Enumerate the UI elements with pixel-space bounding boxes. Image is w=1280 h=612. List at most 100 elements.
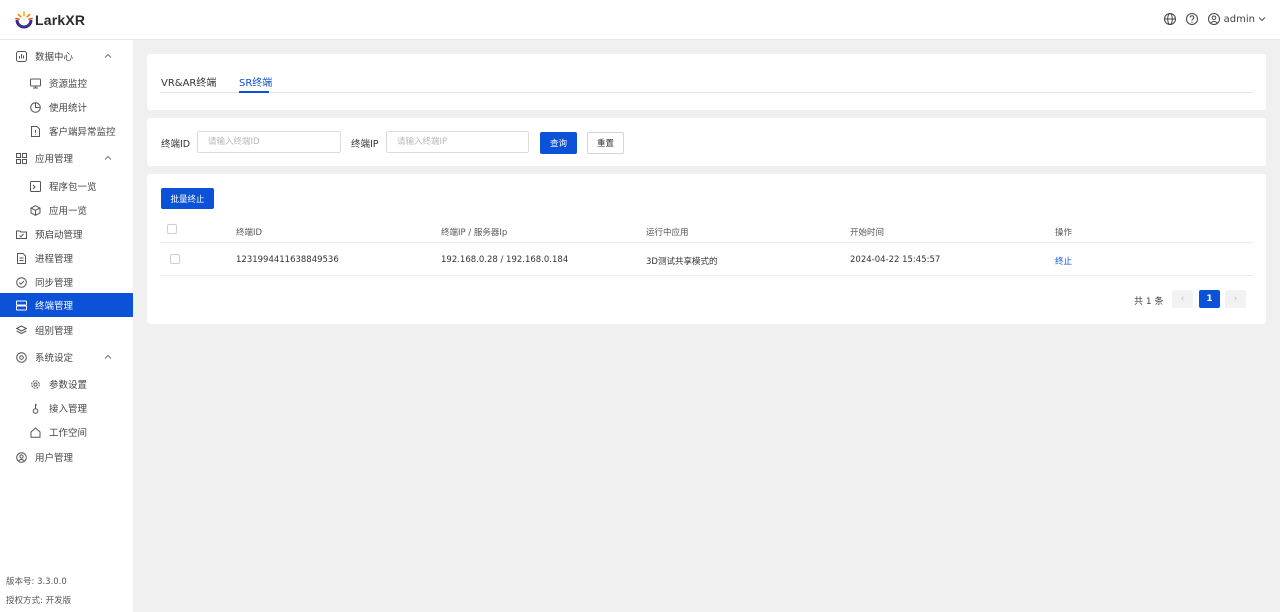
select-all-checkbox[interactable] bbox=[167, 224, 177, 234]
sidebar-item-label: 应用一览 bbox=[49, 206, 88, 217]
grid-icon bbox=[16, 152, 27, 164]
check-circle-icon bbox=[16, 276, 27, 288]
tab-sr-terminal[interactable]: SR终端 bbox=[239, 74, 272, 89]
sidebar-item-user-management[interactable]: 用户管理 bbox=[0, 445, 133, 469]
sidebar-item-label: 组别管理 bbox=[35, 326, 74, 337]
sidebar-item-access-management[interactable]: 接入管理 bbox=[0, 396, 133, 420]
sidebar-item-label: 同步管理 bbox=[35, 278, 74, 289]
next-page-button[interactable]: › bbox=[1225, 290, 1246, 308]
version-text: 版本号: 3.3.0.0 bbox=[6, 577, 67, 587]
sidebar-item-label: 应用管理 bbox=[35, 154, 74, 165]
chevron-up-icon bbox=[104, 155, 112, 160]
sidebar-item-data-center[interactable]: 数据中心 bbox=[0, 44, 133, 68]
tab-vr-ar-terminal[interactable]: VR&AR终端 bbox=[161, 74, 216, 89]
user-avatar-icon[interactable] bbox=[1207, 12, 1221, 26]
app-logo[interactable]: LarkXR bbox=[14, 10, 85, 30]
column-header: 终端IP / 服务器Ip bbox=[441, 228, 508, 238]
chevron-up-icon bbox=[104, 354, 112, 359]
home-icon bbox=[30, 426, 41, 438]
sidebar-item-sync-management[interactable]: 同步管理 bbox=[0, 270, 133, 294]
prev-page-button[interactable]: ‹ bbox=[1172, 290, 1193, 308]
sidebar-item-label: 资源监控 bbox=[49, 79, 88, 90]
sidebar-item-label: 参数设置 bbox=[49, 380, 88, 391]
row-checkbox[interactable] bbox=[170, 254, 180, 264]
sidebar-item-app-list[interactable]: 应用一览 bbox=[0, 198, 133, 222]
key-icon bbox=[32, 403, 39, 414]
sidebar-item-label: 数据中心 bbox=[35, 52, 74, 63]
sidebar-item-group-management[interactable]: 组别管理 bbox=[0, 318, 133, 342]
user-circle-icon bbox=[16, 451, 27, 463]
sidebar-item-terminal-management[interactable]: 终端管理 bbox=[0, 293, 133, 317]
tab-divider bbox=[160, 92, 1253, 93]
sidebar-item-label: 工作空间 bbox=[49, 428, 88, 439]
terminal-id-label: 终端ID bbox=[161, 139, 191, 150]
document-alert-icon bbox=[31, 125, 40, 137]
active-tab-indicator bbox=[239, 91, 269, 93]
sidebar-item-process-management[interactable]: 进程管理 bbox=[0, 246, 133, 270]
app-name: LarkXR bbox=[35, 12, 86, 28]
sidebar-item-label: 使用统计 bbox=[49, 103, 88, 114]
terminal-ip-label: 终端IP bbox=[351, 139, 379, 150]
terminal-table-card: 批量终止 终端ID 终端IP / 服务器Ip 运行中应用 开始时间 操作 123… bbox=[147, 174, 1266, 324]
sidebar-item-label: 系统设定 bbox=[35, 353, 74, 364]
sidebar-item-parameter-settings[interactable]: 参数设置 bbox=[0, 372, 133, 396]
header-divider bbox=[160, 242, 1253, 243]
chevron-left-icon: ‹ bbox=[1180, 294, 1185, 304]
folder-icon bbox=[16, 230, 27, 239]
reset-button[interactable]: 重置 bbox=[587, 132, 624, 154]
pagination-total: 共 1 条 bbox=[1134, 297, 1164, 307]
top-header: LarkXR admin bbox=[0, 0, 1280, 40]
sidebar-item-client-error-monitor[interactable]: 客户端异常监控 bbox=[0, 119, 133, 143]
terminal-ip-input[interactable] bbox=[386, 131, 529, 153]
sidebar-item-app-management[interactable]: 应用管理 bbox=[0, 146, 133, 170]
sidebar-item-usage-stats[interactable]: 使用统计 bbox=[0, 95, 133, 119]
server-icon bbox=[16, 300, 27, 310]
globe-icon[interactable] bbox=[1163, 12, 1177, 26]
sidebar-item-label: 程序包一览 bbox=[49, 182, 97, 193]
cube-icon bbox=[30, 204, 41, 216]
column-header: 终端ID bbox=[236, 228, 263, 238]
ip-cell: 192.168.0.28 / 192.168.0.184 bbox=[441, 255, 569, 265]
sidebar: 数据中心 资源监控 使用统计 客户端异常监控 应用管理 程序包一览 应用一览 预… bbox=[0, 40, 133, 612]
terminal-id-input[interactable] bbox=[197, 131, 341, 153]
document-icon bbox=[17, 252, 26, 264]
column-header: 操作 bbox=[1055, 228, 1073, 238]
gear-icon bbox=[31, 379, 40, 389]
settings-circle-icon bbox=[16, 351, 27, 363]
query-button[interactable]: 查询 bbox=[540, 132, 577, 154]
start-time-cell: 2024-04-22 15:45:57 bbox=[850, 255, 941, 265]
user-name[interactable]: admin bbox=[1224, 14, 1255, 25]
sidebar-item-label: 客户端异常监控 bbox=[49, 127, 116, 138]
sidebar-item-label: 接入管理 bbox=[49, 404, 88, 415]
column-header: 运行中应用 bbox=[646, 228, 689, 238]
sidebar-item-system-settings[interactable]: 系统设定 bbox=[0, 345, 133, 369]
sidebar-item-prestart-management[interactable]: 预启动管理 bbox=[0, 222, 133, 246]
sidebar-item-label: 用户管理 bbox=[35, 453, 74, 464]
layers-icon bbox=[16, 324, 27, 334]
chevron-down-icon[interactable] bbox=[1258, 15, 1266, 23]
column-header: 开始时间 bbox=[850, 228, 885, 238]
terminal-type-tabs: VR&AR终端 SR终端 bbox=[147, 54, 1266, 110]
running-app-cell: 3D测试共享模式的 bbox=[646, 257, 718, 267]
filter-bar: 终端ID 终端IP 查询 重置 bbox=[147, 118, 1266, 166]
chart-icon bbox=[16, 50, 27, 62]
sidebar-item-workspace[interactable]: 工作空间 bbox=[0, 420, 133, 444]
monitor-icon bbox=[30, 78, 41, 88]
header-actions: admin bbox=[1163, 12, 1266, 26]
sidebar-item-label: 终端管理 bbox=[35, 301, 74, 312]
stop-link[interactable]: 终止 bbox=[1055, 255, 1072, 267]
sidebar-item-package-list[interactable]: 程序包一览 bbox=[0, 174, 133, 198]
help-icon[interactable] bbox=[1185, 12, 1199, 26]
larkxr-logo-icon bbox=[15, 11, 33, 29]
sidebar-item-label: 进程管理 bbox=[35, 254, 74, 265]
sidebar-item-label: 预启动管理 bbox=[35, 230, 83, 241]
package-icon bbox=[30, 180, 41, 192]
chevron-right-icon: › bbox=[1233, 294, 1238, 304]
batch-stop-button[interactable]: 批量终止 bbox=[161, 188, 214, 209]
terminal-id-cell: 1231994411638849536 bbox=[236, 255, 339, 265]
license-text: 授权方式: 开发版 bbox=[6, 596, 72, 606]
page-1-button[interactable]: 1 bbox=[1199, 290, 1220, 308]
row-divider bbox=[160, 275, 1253, 276]
sidebar-item-resource-monitor[interactable]: 资源监控 bbox=[0, 71, 133, 95]
chevron-up-icon bbox=[104, 53, 112, 58]
